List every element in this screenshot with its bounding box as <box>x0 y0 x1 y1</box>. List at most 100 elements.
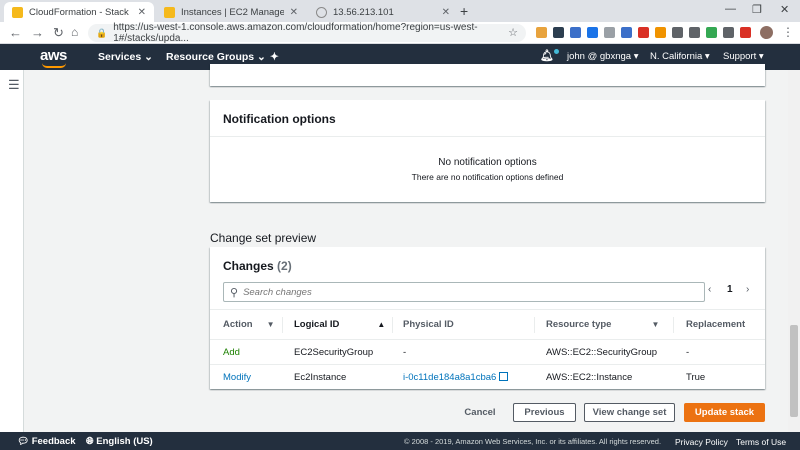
lock-icon: 🔒 <box>96 27 108 38</box>
pin-icon[interactable]: ✦ <box>270 51 279 63</box>
resource-groups-menu[interactable]: Resource Groups ⌄ <box>166 51 266 63</box>
browser-extension-icon[interactable] <box>621 27 632 38</box>
home-icon[interactable]: ⌂ <box>71 25 78 39</box>
column-header-resource-type[interactable]: Resource type ▼ <box>546 319 659 330</box>
chevron-down-icon: ⌄ <box>257 51 266 63</box>
search-changes-field[interactable]: ⚲ <box>223 282 705 302</box>
support-menu[interactable]: Support ▾ <box>723 51 764 62</box>
new-tab-button[interactable]: + <box>460 3 468 19</box>
browser-tab-bar: CloudFormation - Stack my-Clou ✕ Instanc… <box>0 0 800 22</box>
cancel-button[interactable]: Cancel <box>458 403 502 422</box>
browser-toolbar: ← → ↻ ⌂ 🔒 https://us-west-1.console.aws.… <box>0 22 800 44</box>
browser-extension-icon[interactable] <box>655 27 666 38</box>
browser-extension-icon[interactable] <box>723 27 734 38</box>
notification-options-title: Notification options <box>223 112 336 126</box>
address-bar[interactable]: 🔒 https://us-west-1.console.aws.amazon.c… <box>88 22 526 44</box>
bookmark-star-icon[interactable]: ☆ <box>508 26 518 39</box>
minimize-icon[interactable]: — <box>725 3 736 15</box>
services-menu[interactable]: Services ⌄ <box>98 51 153 63</box>
browser-tab-ec2[interactable]: Instances | EC2 Management Co ✕ <box>156 2 306 22</box>
close-window-icon[interactable]: ✕ <box>780 3 789 16</box>
language-selector[interactable]: 🌐︎ English (US) <box>86 436 153 447</box>
external-link-icon <box>498 372 508 381</box>
aws-logo[interactable]: aws <box>40 47 67 68</box>
row-resource-type: AWS::EC2::Instance <box>546 372 633 383</box>
browser-extension-icon[interactable] <box>638 27 649 38</box>
cloudformation-favicon-icon <box>12 6 23 18</box>
page-scrollbar[interactable] <box>788 70 800 432</box>
left-sidebar: ☰ <box>0 70 24 432</box>
row-action-modify[interactable]: Modify <box>223 372 251 383</box>
browser-menu-icon[interactable]: ⋮ <box>782 25 794 39</box>
support-label: Support <box>723 51 757 62</box>
browser-extension-icon[interactable] <box>604 27 615 38</box>
column-header-replacement[interactable]: Replacement <box>686 319 745 330</box>
aws-smile-icon <box>42 63 66 68</box>
reload-icon[interactable]: ↻ <box>53 25 64 41</box>
browser-extension-icon[interactable] <box>706 27 717 38</box>
tab-title: Instances | EC2 Management Co <box>181 6 284 18</box>
update-stack-button[interactable]: Update stack <box>684 403 765 422</box>
notification-dot <box>553 49 559 54</box>
row-action-add: Add <box>223 347 240 358</box>
hamburger-menu-icon[interactable]: ☰ <box>8 77 20 93</box>
browser-extension-icon[interactable] <box>570 27 581 38</box>
search-icon: ⚲ <box>230 286 239 299</box>
changes-label: Changes <box>223 259 274 273</box>
notification-options-card: Notification options No notification opt… <box>210 100 765 202</box>
url-text: https://us-west-1.console.aws.amazon.com… <box>113 22 478 44</box>
browser-extension-icon[interactable] <box>587 27 598 38</box>
column-label: Logical ID <box>294 319 340 330</box>
tab-title: 13.56.213.101 <box>333 6 394 18</box>
globe-favicon-icon <box>316 6 327 18</box>
close-tab-icon[interactable]: ✕ <box>442 7 450 18</box>
feedback-link[interactable]: 💬︎ Feedback <box>17 436 76 447</box>
privacy-policy-link[interactable]: Privacy Policy <box>675 437 728 447</box>
column-separator <box>392 317 393 333</box>
region-menu[interactable]: N. California ▾ <box>650 51 710 62</box>
close-tab-icon[interactable]: ✕ <box>290 7 298 18</box>
filter-caret-icon: ▼ <box>651 320 660 329</box>
forward-icon[interactable]: → <box>31 25 44 40</box>
previous-page-icon[interactable]: ‹ <box>708 284 711 295</box>
terms-of-use-link[interactable]: Terms of Use <box>736 437 786 447</box>
aws-logo-text: aws <box>40 47 67 64</box>
browser-extension-icon[interactable] <box>689 27 700 38</box>
browser-extension-icon[interactable] <box>672 27 683 38</box>
scrollbar-thumb[interactable] <box>790 325 798 417</box>
copyright-text: © 2008 - 2019, Amazon Web Services, Inc.… <box>404 437 662 446</box>
browser-tab-cloudformation[interactable]: CloudFormation - Stack my-Clou ✕ <box>4 2 154 22</box>
chevron-down-icon: ⌄ <box>144 51 153 63</box>
column-label: Action <box>223 319 253 330</box>
notification-bell-icon[interactable]: 🔔︎ <box>540 49 559 62</box>
back-icon[interactable]: ← <box>9 25 22 40</box>
current-page[interactable]: 1 <box>727 284 733 295</box>
browser-extension-icon[interactable] <box>553 27 564 38</box>
column-separator <box>534 317 535 333</box>
previous-button[interactable]: Previous <box>513 403 576 422</box>
no-notification-desc: There are no notification options define… <box>411 172 564 182</box>
column-separator <box>282 317 283 333</box>
profile-avatar[interactable] <box>760 26 773 39</box>
search-input[interactable] <box>243 286 684 298</box>
row-replacement: - <box>686 347 690 358</box>
user-menu[interactable]: john @ gbxnga ▾ <box>567 51 638 62</box>
browser-extension-icon[interactable] <box>740 27 751 38</box>
changes-card: Changes (2) ⚲ ‹ 1 › Action▼ Logical ID▲ … <box>210 247 765 389</box>
no-notification-title: No notification options <box>438 157 537 168</box>
browser-extension-icon[interactable] <box>536 27 547 38</box>
column-header-action[interactable]: Action ▼ <box>223 319 274 330</box>
column-header-physical-id[interactable]: Physical ID <box>403 319 454 330</box>
resource-groups-label: Resource Groups <box>166 51 255 63</box>
column-separator <box>673 317 674 333</box>
row-resource-type: AWS::EC2::SecurityGroup <box>546 347 658 358</box>
row-physical-id-link[interactable]: i-0c11de184a8a1cba6 <box>403 372 508 383</box>
close-tab-icon[interactable]: ✕ <box>138 7 146 18</box>
view-change-set-button[interactable]: View change set <box>584 403 675 422</box>
browser-tab-ip[interactable]: 13.56.213.101 ✕ <box>308 2 458 22</box>
maximize-icon[interactable]: ❐ <box>752 3 762 16</box>
sort-ascending-icon: ▲ <box>377 320 386 329</box>
next-page-icon[interactable]: › <box>746 284 749 295</box>
filter-caret-icon: ▼ <box>266 320 275 329</box>
column-header-logical-id[interactable]: Logical ID ▲ <box>294 319 385 330</box>
